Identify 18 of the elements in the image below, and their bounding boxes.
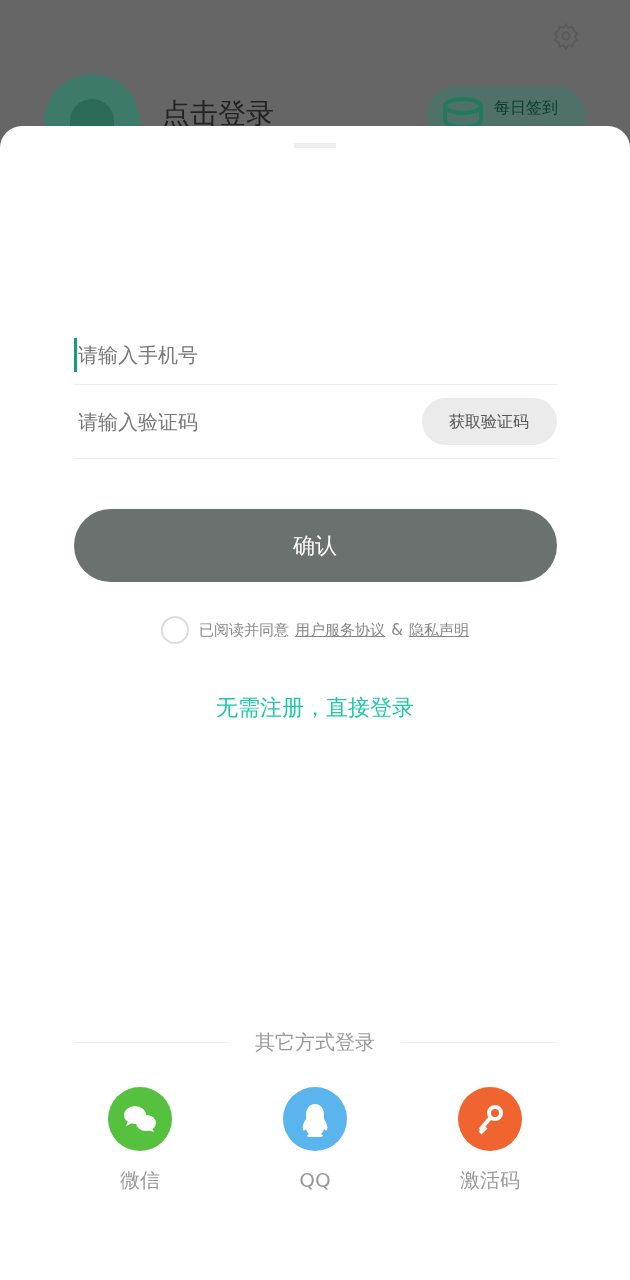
terms-link[interactable]: 用户服务协议 [295,618,386,642]
guest-login-link[interactable]: 无需注册，直接登录 [216,691,414,724]
code-input-field[interactable]: 请输入验证码 [73,404,422,439]
privacy-link[interactable]: 隐私声明 [408,618,469,642]
login-option-label: QQ [299,1167,331,1194]
key-icon[interactable] [458,1087,522,1151]
login-option-label: 微信 [120,1167,160,1194]
other-login-title: 其它方式登录 [255,1029,375,1056]
wechat-icon[interactable] [108,1087,172,1151]
phone-input-field[interactable]: 请输入手机号 [73,337,557,372]
agreement-text: 已阅读并同意 [199,619,290,641]
get-code-button[interactable]: 获取验证码 [421,398,557,445]
confirm-button[interactable]: 确认 [73,509,557,582]
login-option-label: 激活码 [460,1167,520,1194]
penguin-icon[interactable] [283,1087,347,1151]
login-prompt[interactable]: 点击登录 [162,100,274,128]
ampersand-text: & [391,619,403,641]
agreement-checkbox[interactable] [161,616,190,644]
